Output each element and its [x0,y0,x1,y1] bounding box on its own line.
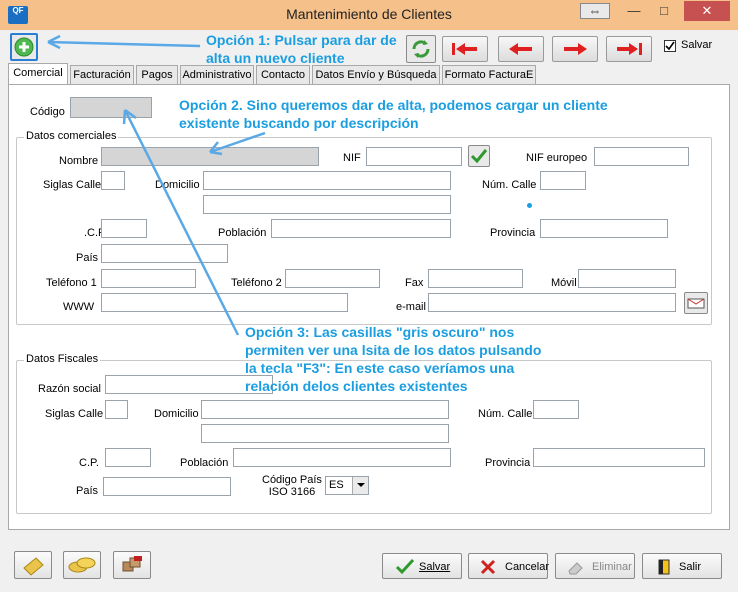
eliminar-button[interactable]: Eliminar [555,553,635,579]
annotation-option-2-line2: existente buscando por descripción [179,115,419,131]
annotation-option-2: Opción 2. Sino queremos dar de alta, pod… [179,96,608,132]
label-button[interactable] [14,551,52,579]
annotation-option-1: Opción 1: Pulsar para dar de alta un nue… [206,31,397,67]
salvar-button[interactable]: Salvar [382,553,462,579]
annotation-option-3-line3: la tecla "F3": En este caso veríamos una [245,360,515,376]
annotation-arrows [47,34,266,336]
annotation-option-3: Opción 3: Las casillas "gris oscuro" nos… [245,323,541,395]
salvar-button-label: Salvar [419,561,451,573]
exit-door-icon [658,559,670,575]
salir-button-label: Salir [679,561,702,573]
save-check-icon [395,558,415,575]
annotation-option-3-line1: Opción 3: Las casillas "gris oscuro" nos [245,324,515,340]
annotation-option-1-line2: alta un nuevo cliente [206,50,345,66]
cancel-x-icon [480,559,496,575]
annotation-option-2-line1: Opción 2. Sino queremos dar de alta, pod… [179,97,608,113]
coins-icon [68,557,96,573]
annotation-option-1-line1: Opción 1: Pulsar para dar de [206,32,397,48]
eraser-icon [568,562,583,575]
coins-button[interactable] [63,551,101,579]
cancelar-button-label: Cancelar [505,561,550,573]
boxes-button[interactable] [113,551,151,579]
boxes-icon [122,556,142,572]
annotation-option-3-line2: permiten ver una lsita de los datos puls… [245,342,542,358]
salir-button[interactable]: Salir [642,553,722,579]
eliminar-button-label: Eliminar [592,561,632,573]
cancelar-button[interactable]: Cancelar [468,553,550,579]
annotation-option-3-line4: relación delos clientes existentes [245,378,468,394]
label-tag-icon [23,557,44,576]
